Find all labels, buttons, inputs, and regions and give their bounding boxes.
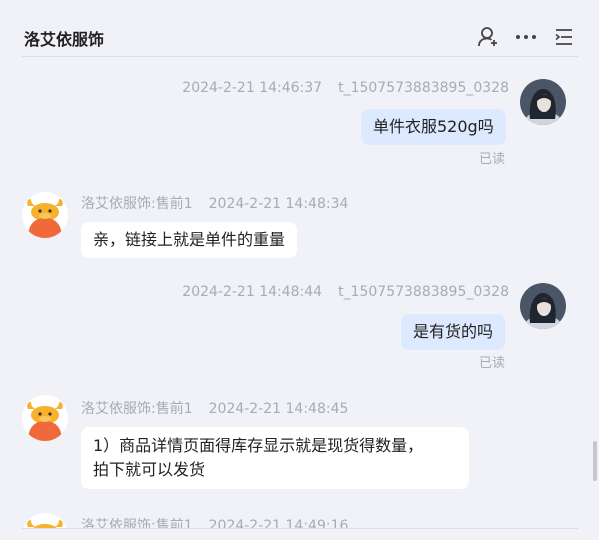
message-meta: 2024-2-21 14:48:44 t_1507573883895_0328 — [182, 284, 509, 300]
message-meta: 洛艾依服饰:售前1 2024-2-21 14:48:45 — [81, 398, 348, 418]
chat-header: 洛艾依服饰 — [0, 0, 599, 57]
message-meta: 洛艾依服饰:售前1 2024-2-21 14:48:34 — [81, 193, 348, 213]
avatar[interactable] — [22, 513, 68, 528]
read-status: 已读 — [479, 356, 506, 371]
page-title: 洛艾依服饰 — [24, 30, 105, 49]
message-sender: 洛艾依服饰:售前1 — [81, 196, 193, 212]
message-sender: t_1507573883895_0328 — [338, 80, 509, 96]
avatar[interactable] — [22, 395, 68, 441]
scrollbar-thumb[interactable] — [593, 441, 597, 481]
message-sender: t_1507573883895_0328 — [338, 284, 509, 300]
more-icon[interactable] — [513, 24, 539, 50]
message-bubble[interactable]: 1）商品详情页面得库存显示就是现货得数量， 拍下就可以发货 — [81, 427, 469, 489]
message-bubble[interactable]: 单件衣服520g吗 — [361, 109, 506, 145]
message-bubble[interactable]: 是有货的吗 — [401, 314, 506, 350]
avatar[interactable] — [22, 192, 68, 238]
user-add-icon[interactable] — [475, 24, 501, 50]
message-meta: 洛艾依服饰:售前1 2024-2-21 14:49:16 — [81, 515, 348, 528]
menu-list-icon[interactable] — [551, 24, 577, 50]
avatar[interactable] — [520, 283, 566, 329]
message-text-line: 1）商品详情页面得库存显示就是现货得数量， — [93, 436, 424, 455]
message-time: 2024-2-21 14:48:34 — [208, 196, 349, 212]
message-bubble[interactable]: 亲，链接上就是单件的重量 — [81, 222, 298, 258]
read-status: 已读 — [479, 152, 506, 167]
avatar[interactable] — [520, 79, 566, 125]
message-text-line: 拍下就可以发货 — [93, 460, 206, 479]
message-time: 2024-2-21 14:49:16 — [208, 518, 349, 528]
message-time: 2024-2-21 14:46:37 — [182, 80, 323, 96]
message-meta: 2024-2-21 14:46:37 t_1507573883895_0328 — [182, 80, 509, 96]
message-sender: 洛艾依服饰:售前1 — [81, 518, 193, 528]
message-sender: 洛艾依服饰:售前1 — [81, 401, 193, 417]
message-time: 2024-2-21 14:48:44 — [182, 284, 323, 300]
message-time: 2024-2-21 14:48:45 — [208, 401, 349, 417]
message-list[interactable]: 2024-2-21 14:46:37 t_1507573883895_0328 单… — [0, 57, 599, 528]
input-divider — [22, 528, 578, 529]
